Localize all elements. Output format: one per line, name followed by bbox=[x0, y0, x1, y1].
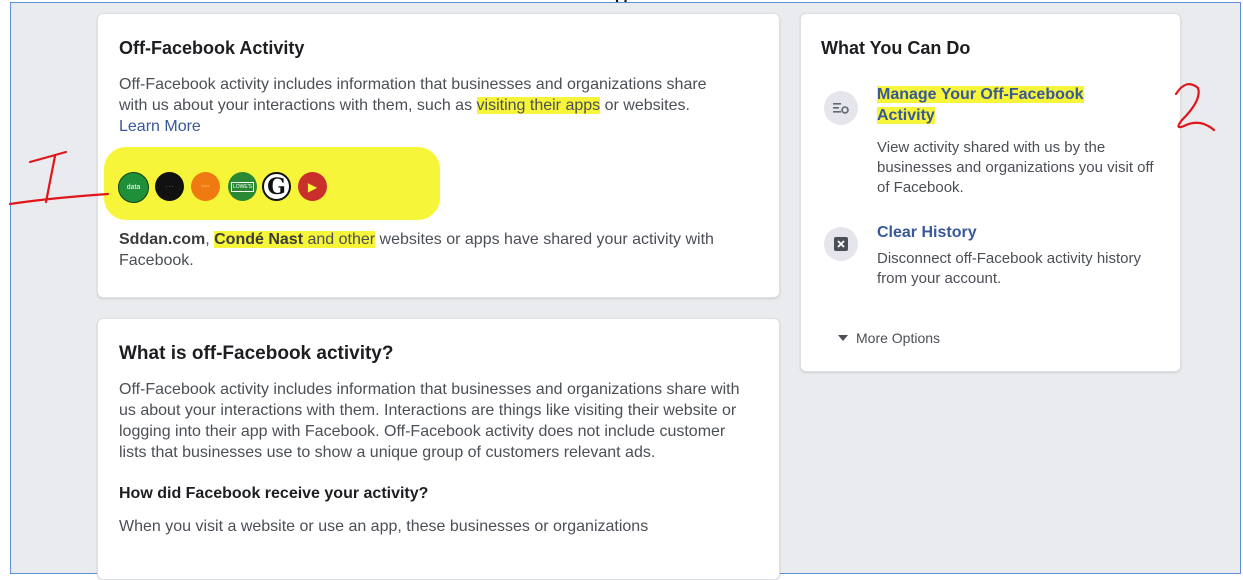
manage-activity-link[interactable]: Manage Your Off-Facebook Activity bbox=[877, 84, 1137, 126]
shared-separator: , bbox=[205, 231, 215, 248]
data-app-icon[interactable]: data bbox=[118, 172, 149, 203]
g-app-icon[interactable]: G bbox=[262, 172, 291, 201]
how-received-heading: How did Facebook receive your activity? bbox=[119, 485, 429, 502]
shared-site-1[interactable]: Sddan.com bbox=[119, 231, 205, 248]
clear-history-description: Disconnect off-Facebook activity history… bbox=[877, 250, 1142, 287]
green-app-icon[interactable]: LOWE'S bbox=[228, 172, 257, 201]
manage-settings-icon[interactable] bbox=[824, 91, 858, 125]
caret-down-icon bbox=[838, 335, 848, 341]
clear-history-icon[interactable] bbox=[824, 227, 858, 261]
annotation-number-2 bbox=[1174, 83, 1216, 132]
off-facebook-activity-card: Off-Facebook Activity Off-Facebook activ… bbox=[97, 13, 780, 298]
learn-more-link[interactable]: Learn More bbox=[119, 118, 201, 135]
shared-and-other: and other bbox=[303, 231, 376, 248]
shared-site-2[interactable]: Condé Nast bbox=[214, 231, 304, 248]
play-app-icon[interactable]: ▶ bbox=[298, 172, 327, 201]
what-you-can-do-title: What You Can Do bbox=[821, 38, 971, 58]
what-you-can-do-card: What You Can Do Manage Your Off-Facebook… bbox=[800, 13, 1181, 372]
more-options-button[interactable]: More Options bbox=[838, 330, 940, 346]
what-is-title: What is off-Facebook activity? bbox=[119, 343, 394, 364]
more-options-label: More Options bbox=[856, 330, 941, 346]
off-facebook-description: Off-Facebook activity includes informati… bbox=[119, 74, 729, 137]
what-is-card: What is off-Facebook activity? Off-Faceb… bbox=[97, 318, 780, 580]
what-is-description: Off-Facebook activity includes informati… bbox=[119, 381, 740, 461]
description-highlight: visiting their apps bbox=[476, 97, 601, 114]
description-part-b: or websites. bbox=[600, 97, 690, 114]
shared-activity-text: Sddan.com, Condé Nast and other websites… bbox=[119, 229, 749, 271]
how-received-text: When you visit a website or use an app, … bbox=[119, 518, 649, 535]
annotation-number-1 bbox=[8, 150, 110, 206]
manage-activity-description: View activity shared with us by the busi… bbox=[877, 139, 1154, 196]
black-app-icon[interactable]: · · · bbox=[155, 172, 184, 201]
page-frame: Off-Facebook Activity Off-Facebook activ… bbox=[10, 2, 1241, 580]
off-facebook-activity-title: Off-Facebook Activity bbox=[119, 38, 305, 58]
clear-history-link[interactable]: Clear History bbox=[877, 222, 977, 243]
orange-app-icon[interactable]: ~~~ bbox=[191, 172, 220, 201]
